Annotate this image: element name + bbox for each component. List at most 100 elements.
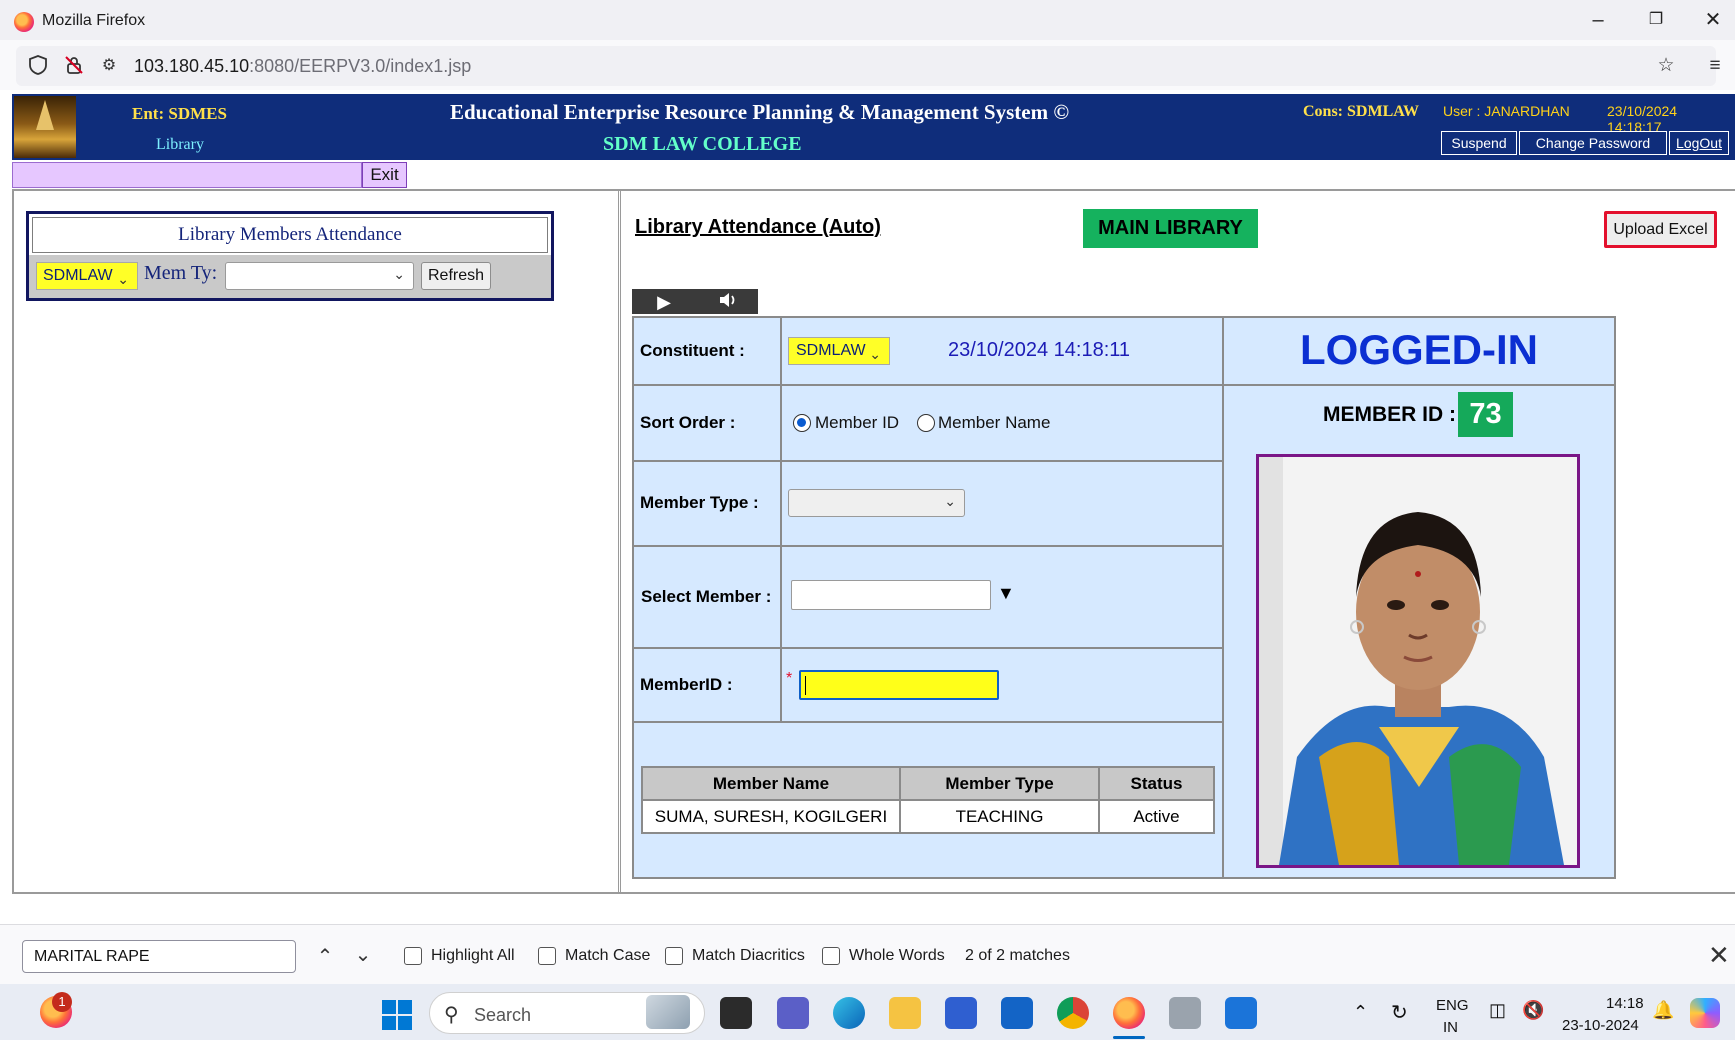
sort-member-id-label[interactable]: Member ID (815, 413, 899, 433)
match-case-label[interactable]: Match Case (565, 947, 650, 965)
sort-member-name-label[interactable]: Member Name (938, 413, 1050, 433)
volume-icon[interactable] (713, 291, 743, 313)
close-window-icon[interactable]: ✕ (1691, 6, 1735, 34)
edge-icon[interactable] (833, 997, 865, 1029)
member-name-cell: SUMA, SURESH, KOGILGERI (641, 799, 901, 834)
notification-badge: 1 (52, 992, 72, 1012)
play-icon[interactable]: ▶ (649, 291, 679, 313)
panel-divider[interactable] (618, 190, 621, 893)
region-label[interactable]: IN (1443, 1019, 1458, 1036)
firefox-taskbar-icon[interactable] (1113, 997, 1145, 1029)
member-id-caption: MEMBER ID : (1323, 403, 1456, 426)
windows-taskbar (0, 984, 1735, 1040)
login-status: LOGGED-IN (1300, 326, 1538, 373)
chevron-down-icon: ⌄ (117, 271, 129, 287)
select-member-label: Select Member : (641, 587, 772, 606)
chevron-down-icon: ⌄ (393, 266, 405, 282)
find-input[interactable]: MARITAL RAPE (22, 940, 296, 973)
select-member-input[interactable] (791, 580, 991, 610)
highlight-all-label[interactable]: Highlight All (431, 947, 515, 965)
bookmark-star-icon[interactable]: ☆ (1654, 54, 1678, 78)
active-app-indicator (1113, 1036, 1145, 1039)
outlook-icon[interactable] (1001, 997, 1033, 1029)
close-find-icon[interactable]: ✕ (1708, 940, 1730, 971)
restore-icon[interactable]: ❐ (1634, 6, 1678, 34)
user-label: User : JANARDHAN (1443, 103, 1570, 119)
member-type-cell: TEACHING (899, 799, 1100, 834)
find-match-count: 2 of 2 matches (965, 947, 1070, 964)
member-photo (1256, 454, 1580, 868)
form-row-divider (634, 647, 1224, 649)
file-explorer-icon[interactable] (889, 997, 921, 1029)
member-id-input[interactable] (799, 670, 999, 700)
match-diacritics-checkbox[interactable] (665, 947, 683, 965)
insecure-lock-icon[interactable] (62, 54, 86, 78)
system-title: Educational Enterprise Resource Planning… (450, 100, 1070, 124)
form-row-divider (634, 545, 1224, 547)
member-type-label: Mem Ty: (144, 262, 218, 284)
window-title: Mozilla Firefox (42, 12, 146, 29)
member-type-label: Member Type : (640, 493, 759, 512)
form-member-type-select[interactable]: ⌄ (788, 489, 965, 517)
chevron-down-icon: ⌄ (869, 346, 881, 362)
member-dropdown-arrow-icon[interactable]: ▼ (997, 583, 1015, 604)
refresh-button[interactable]: Refresh (421, 262, 491, 290)
column-header: Member Type (899, 766, 1100, 801)
show-hidden-icons[interactable]: ⌃ (1353, 1002, 1368, 1023)
sort-order-label: Sort Order : (640, 413, 736, 432)
institution-logo (14, 96, 76, 158)
form-constituent-select[interactable]: SDMLAW ⌄ (788, 337, 890, 365)
column-header: Member Name (641, 766, 901, 801)
search-highlight-icon (646, 995, 690, 1029)
start-icon[interactable] (382, 1000, 412, 1030)
shield-icon[interactable] (26, 54, 50, 78)
exit-menu-item[interactable]: Exit (362, 162, 407, 188)
permissions-icon[interactable]: ⚙ (97, 54, 121, 78)
sort-member-id-radio[interactable] (793, 414, 811, 432)
form-row-divider (634, 460, 1224, 462)
sync-icon[interactable]: ↻ (1391, 1000, 1408, 1025)
taskbar-search-label: Search (474, 1005, 532, 1025)
status-cell: Active (1098, 799, 1215, 834)
sort-member-name-radio[interactable] (917, 414, 935, 432)
photos-icon[interactable] (1225, 997, 1257, 1029)
chrome-icon[interactable] (1057, 997, 1089, 1029)
browser-title-bar (0, 0, 1735, 40)
minimize-icon[interactable]: – (1576, 6, 1620, 34)
whole-words-label[interactable]: Whole Words (849, 947, 945, 965)
required-marker: * (786, 670, 793, 687)
clock-date[interactable]: 23-10-2024 (1562, 1017, 1639, 1034)
firefox-logo-icon (14, 12, 34, 32)
form-row-divider (634, 721, 1224, 723)
network-icon[interactable]: ◫ (1489, 1000, 1506, 1021)
task-view-icon[interactable] (720, 997, 752, 1029)
chevron-down-icon: ⌄ (944, 493, 956, 509)
teams-icon[interactable] (777, 997, 809, 1029)
change-password-button[interactable]: Change Password (1519, 131, 1667, 155)
table-row: SUMA, SURESH, KOGILGERI TEACHING Active (641, 799, 1215, 834)
whole-words-checkbox[interactable] (822, 947, 840, 965)
find-previous-icon[interactable]: ⌃ (313, 944, 337, 969)
suspend-button[interactable]: Suspend (1441, 131, 1517, 155)
match-case-checkbox[interactable] (538, 947, 556, 965)
college-name: SDM LAW COLLEGE (603, 133, 802, 155)
upload-excel-button[interactable]: Upload Excel (1604, 211, 1717, 248)
member-type-select[interactable]: ⌄ (225, 262, 414, 290)
table-header-row: Member Name Member Type Status (641, 766, 1215, 801)
copilot-icon[interactable] (1690, 998, 1720, 1028)
find-next-icon[interactable]: ⌄ (351, 942, 375, 967)
clock-time[interactable]: 14:18 (1606, 995, 1644, 1012)
notification-bell-icon[interactable]: 🔔 (1652, 1000, 1674, 1021)
search-icon: ⚲ (444, 1004, 459, 1026)
url-text[interactable]: 103.180.45.10:8080/EERPV3.0/index1.jsp (134, 56, 471, 77)
match-diacritics-label[interactable]: Match Diacritics (692, 947, 805, 965)
language-label[interactable]: ENG (1436, 997, 1469, 1014)
printer-app-icon[interactable] (1169, 997, 1201, 1029)
highlight-all-checkbox[interactable] (404, 947, 422, 965)
logout-button[interactable]: LogOut (1669, 131, 1729, 155)
menu-icon[interactable]: ≡ (1703, 54, 1727, 78)
volume-muted-icon[interactable]: 🔇 (1522, 1000, 1544, 1021)
constituent-select[interactable]: SDMLAW ⌄ (36, 262, 138, 290)
store-icon[interactable] (945, 997, 977, 1029)
constituent-label: Cons: SDMLAW (1303, 103, 1420, 120)
